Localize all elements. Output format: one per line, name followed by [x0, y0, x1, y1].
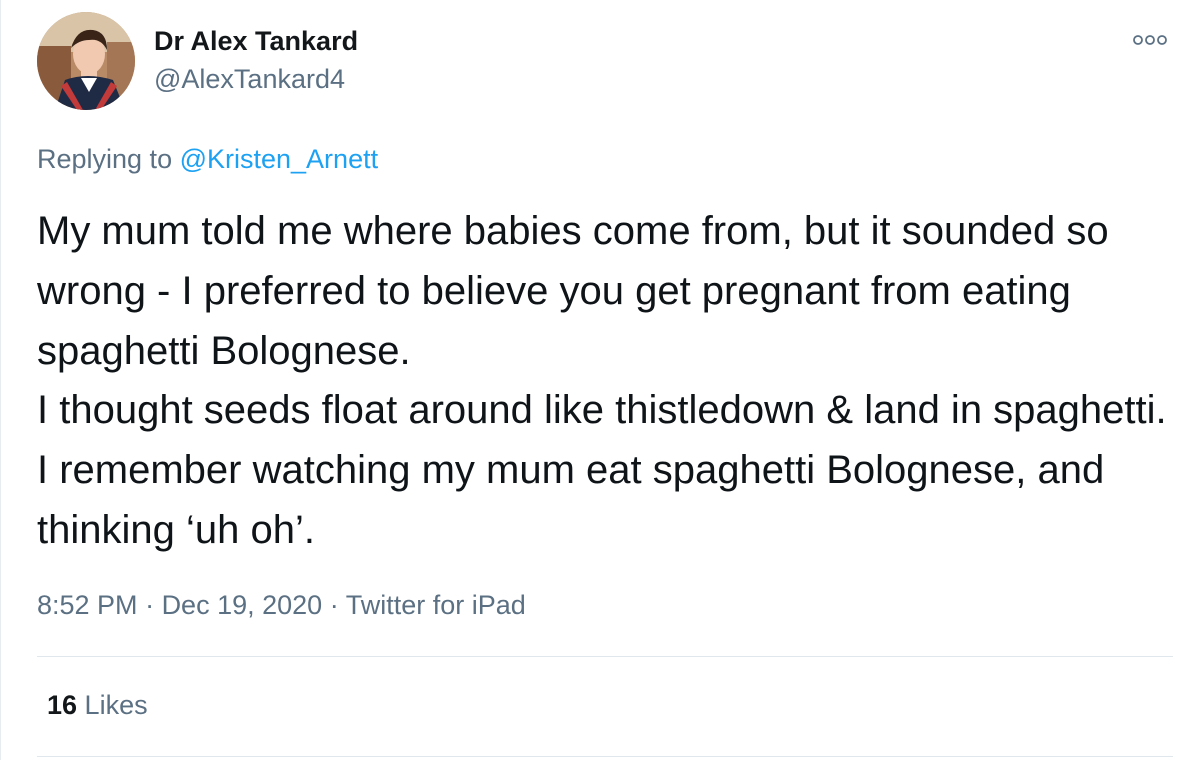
avatar[interactable]	[37, 12, 135, 110]
likes-label: Likes	[77, 690, 148, 720]
likes-link[interactable]: 16 Likes	[47, 690, 148, 721]
more-options-button[interactable]	[1127, 28, 1173, 52]
author-handle[interactable]: @AlexTankard4	[154, 64, 345, 95]
tweet-detail: Dr Alex Tankard @AlexTankard4 Replying t…	[0, 0, 1204, 760]
replying-to-label: Replying to	[37, 144, 180, 174]
divider	[37, 756, 1173, 757]
tweet-metadata: 8:52 PM · Dec 19, 2020 · Twitter for iPa…	[37, 590, 526, 621]
likes-count: 16	[47, 690, 78, 720]
meta-separator: ·	[322, 590, 346, 620]
tweet-time[interactable]: 8:52 PM	[37, 590, 138, 620]
tweet-date[interactable]: Dec 19, 2020	[162, 590, 323, 620]
more-options-icon	[1133, 35, 1167, 45]
avatar-image	[37, 12, 135, 110]
reply-mention-link[interactable]: @Kristen_Arnett	[180, 144, 379, 174]
meta-separator: ·	[137, 590, 162, 620]
divider	[37, 656, 1173, 657]
replying-to: Replying to @Kristen_Arnett	[37, 144, 378, 175]
author-display-name[interactable]: Dr Alex Tankard	[154, 26, 358, 57]
tweet-source[interactable]: Twitter for iPad	[346, 590, 526, 620]
tweet-text: My mum told me where babies come from, b…	[37, 209, 1167, 552]
